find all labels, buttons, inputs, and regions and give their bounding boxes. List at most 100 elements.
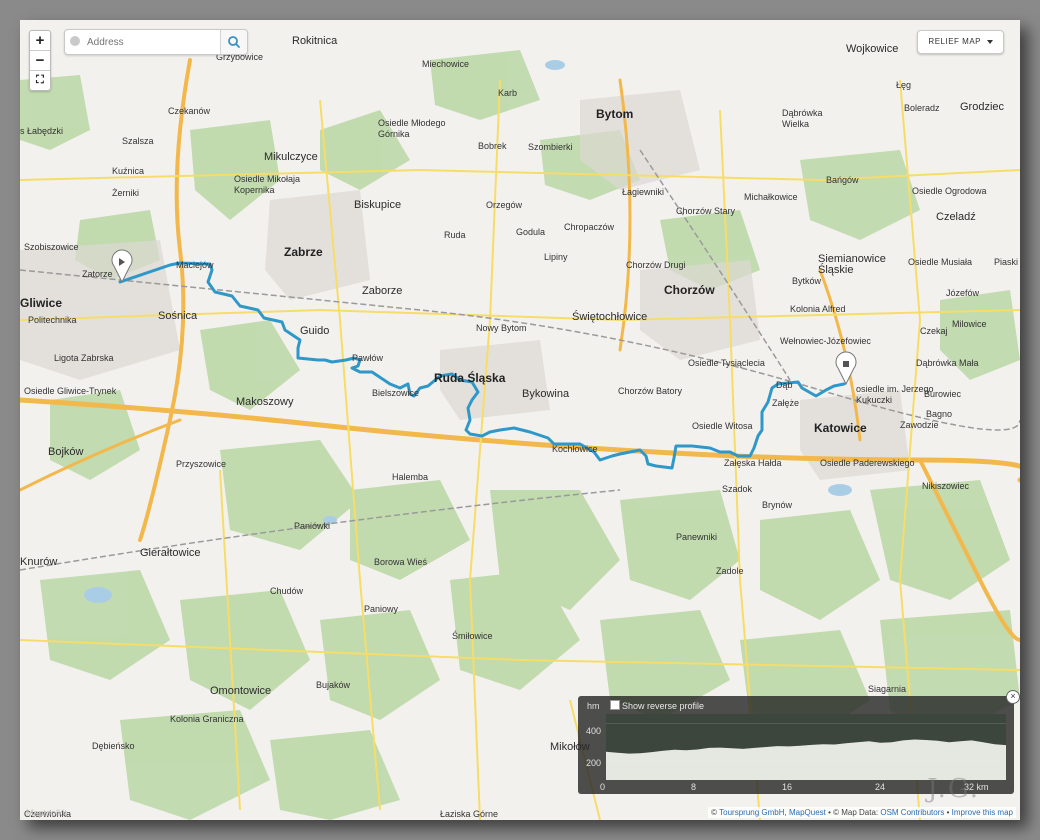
label-maciejow: Maciejów — [176, 260, 214, 270]
search-button[interactable] — [220, 30, 247, 54]
profile-chart[interactable] — [606, 714, 1006, 780]
zoom-control: + − ⛶ — [29, 30, 51, 91]
y-tick-200: 200 — [586, 758, 602, 768]
label-dabrowka-mala: Dąbrówka Mała — [916, 358, 979, 368]
label-osiedle-kopernika: Osiedle Mikołaja Kopernika — [234, 174, 300, 195]
label-chorzow-ii: Chorzów Drugi — [626, 260, 686, 270]
label-welnowiec: Wełnowiec-Józefowiec — [780, 336, 871, 346]
map-frame[interactable]: Rokitnica Grzybowice Miechowice Karb Byt… — [20, 20, 1020, 820]
label-piaski: Piaski — [994, 257, 1018, 267]
label-nikiszowiec: Nikiszowiec — [922, 481, 970, 491]
label-swietochlowice: Świętochłowice — [572, 310, 647, 323]
zoom-in-button[interactable]: + — [30, 31, 50, 51]
checkbox-icon[interactable] — [610, 700, 620, 710]
label-leg: Łęg — [896, 80, 911, 90]
label-zabrze: Zabrze — [284, 245, 323, 259]
label-bytkow: Bytków — [792, 276, 822, 286]
label-ligota-zabrska: Ligota Zabrska — [54, 353, 114, 363]
fullscreen-icon[interactable]: ⛶ — [30, 71, 50, 90]
label-osiedle-musiala: Osiedle Musiała — [908, 257, 972, 267]
label-mikulczyce: Mikulczyce — [264, 151, 318, 163]
label-burowiec: Burowiec — [924, 389, 962, 399]
attrib-prefix: © — [711, 808, 720, 817]
label-brynow: Brynów — [762, 500, 793, 510]
osm-link[interactable]: OSM Contributors — [880, 808, 944, 817]
label-chorzow-stary: Chorzów Stary — [676, 206, 736, 216]
label-michalkowice: Michałkowice — [744, 192, 798, 202]
label-dab: Dąb — [776, 380, 793, 390]
address-search — [64, 29, 248, 55]
gear-icon[interactable] — [70, 36, 80, 46]
label-czekanow: Czekanów — [168, 106, 211, 116]
label-katowice: Katowice — [814, 421, 867, 435]
mapquest-link[interactable]: MapQuest — [789, 808, 826, 817]
label-pawlow: Pawłów — [352, 353, 384, 363]
label-borowa-wies: Borowa Wieś — [374, 557, 428, 567]
x-tick-16: 16 — [782, 782, 793, 792]
x-tick-0: 0 — [600, 782, 606, 792]
label-labedzki: s Łabędzki — [20, 126, 63, 136]
label-osiedle-mlodego-gornika: Osiedle Młodego Górnika — [378, 118, 446, 139]
label-zerniki: Żerniki — [112, 188, 139, 198]
label-ruda-slaska: Ruda Śląska — [434, 370, 506, 385]
label-gliwice: Gliwice — [20, 296, 62, 310]
attrib-sep2: • © Map Data: — [825, 808, 881, 817]
label-zawodzie: Zawodzie — [900, 420, 939, 430]
label-debiensko: Dębieńsko — [92, 741, 135, 751]
label-przyszowice: Przyszowice — [176, 459, 226, 469]
label-jozefow: Józefów — [946, 288, 980, 298]
reverse-profile-checkbox[interactable]: Show reverse profile — [610, 700, 704, 711]
label-omontowice: Omontowice — [210, 685, 271, 697]
improve-map-link[interactable]: Improve this map — [952, 808, 1013, 817]
maptoolkit-watermark: Maptoolkit — [26, 808, 68, 818]
address-input[interactable] — [85, 32, 219, 52]
end-marker[interactable] — [835, 351, 857, 386]
label-guido: Guido — [300, 325, 329, 337]
label-gieraltowice: Gierałtowice — [140, 547, 201, 559]
label-biskupice: Biskupice — [354, 199, 401, 211]
map-attribution: © Toursprung GmbH, MapQuest • © Map Data… — [708, 807, 1016, 818]
label-sosnica: Sośnica — [158, 310, 198, 322]
label-dabrowka-wielka: Dąbrówka Wielka — [782, 108, 823, 129]
search-icon — [228, 36, 240, 48]
label-szalsza: Szalsza — [122, 136, 154, 146]
label-osiedle-witosa: Osiedle Witosa — [692, 421, 753, 431]
label-czekaj: Czekaj — [920, 326, 948, 336]
x-tick-8: 8 — [691, 782, 697, 792]
label-wojkowice: Wojkowice — [846, 43, 898, 55]
author-watermark: J.G. — [927, 774, 980, 804]
label-karb: Karb — [498, 88, 517, 98]
label-nowy-bytom: Nowy Bytom — [476, 323, 527, 333]
toursprung-link[interactable]: Toursprung GmbH — [719, 808, 784, 817]
map-type-dropdown[interactable]: RELIEF MAP — [917, 30, 1004, 54]
label-chropaczow: Chropaczów — [564, 222, 615, 232]
label-czeladz: Czeladź — [936, 211, 976, 223]
label-panewniki: Panewniki — [676, 532, 717, 542]
label-paniowy: Paniowy — [364, 604, 399, 614]
label-bujakow: Bujaków — [316, 680, 351, 690]
label-kuznica: Kuźnica — [112, 166, 144, 176]
label-bojkow: Bojków — [48, 446, 84, 458]
map-type-label: RELIEF MAP — [928, 37, 981, 46]
label-osiedle-ogrodowa: Osiedle Ogrodowa — [912, 186, 987, 196]
label-kolonia-graniczna: Kolonia Graniczna — [170, 714, 244, 724]
label-grodziec: Grodziec — [960, 101, 1005, 113]
label-miechowice: Miechowice — [422, 59, 469, 69]
label-osiedle-paderewskiego: Osiedle Paderewskiego — [820, 458, 915, 468]
label-siemianowice: Siemianowice Śląskie — [818, 253, 886, 276]
label-zatorze: Zatorze — [82, 269, 113, 279]
label-bangow: Bańgów — [826, 175, 859, 185]
label-chorzow-batory: Chorzów Batory — [618, 386, 683, 396]
label-kolonia-alfred: Kolonia Alfred — [790, 304, 846, 314]
label-halemba: Halemba — [392, 472, 428, 482]
profile-unit: hm — [587, 701, 600, 711]
chevron-down-icon — [987, 39, 993, 44]
zoom-out-button[interactable]: − — [30, 51, 50, 71]
label-bytom: Bytom — [596, 107, 633, 121]
close-icon[interactable]: × — [1006, 690, 1020, 704]
label-laziska: Łaziska Górne — [440, 809, 498, 819]
label-godula: Godula — [516, 227, 545, 237]
label-osiedle-tysiaclecia: Osiedle Tysiąclecia — [688, 358, 765, 368]
attrib-sep3: • — [944, 808, 952, 817]
label-szadok: Szadok — [722, 484, 753, 494]
